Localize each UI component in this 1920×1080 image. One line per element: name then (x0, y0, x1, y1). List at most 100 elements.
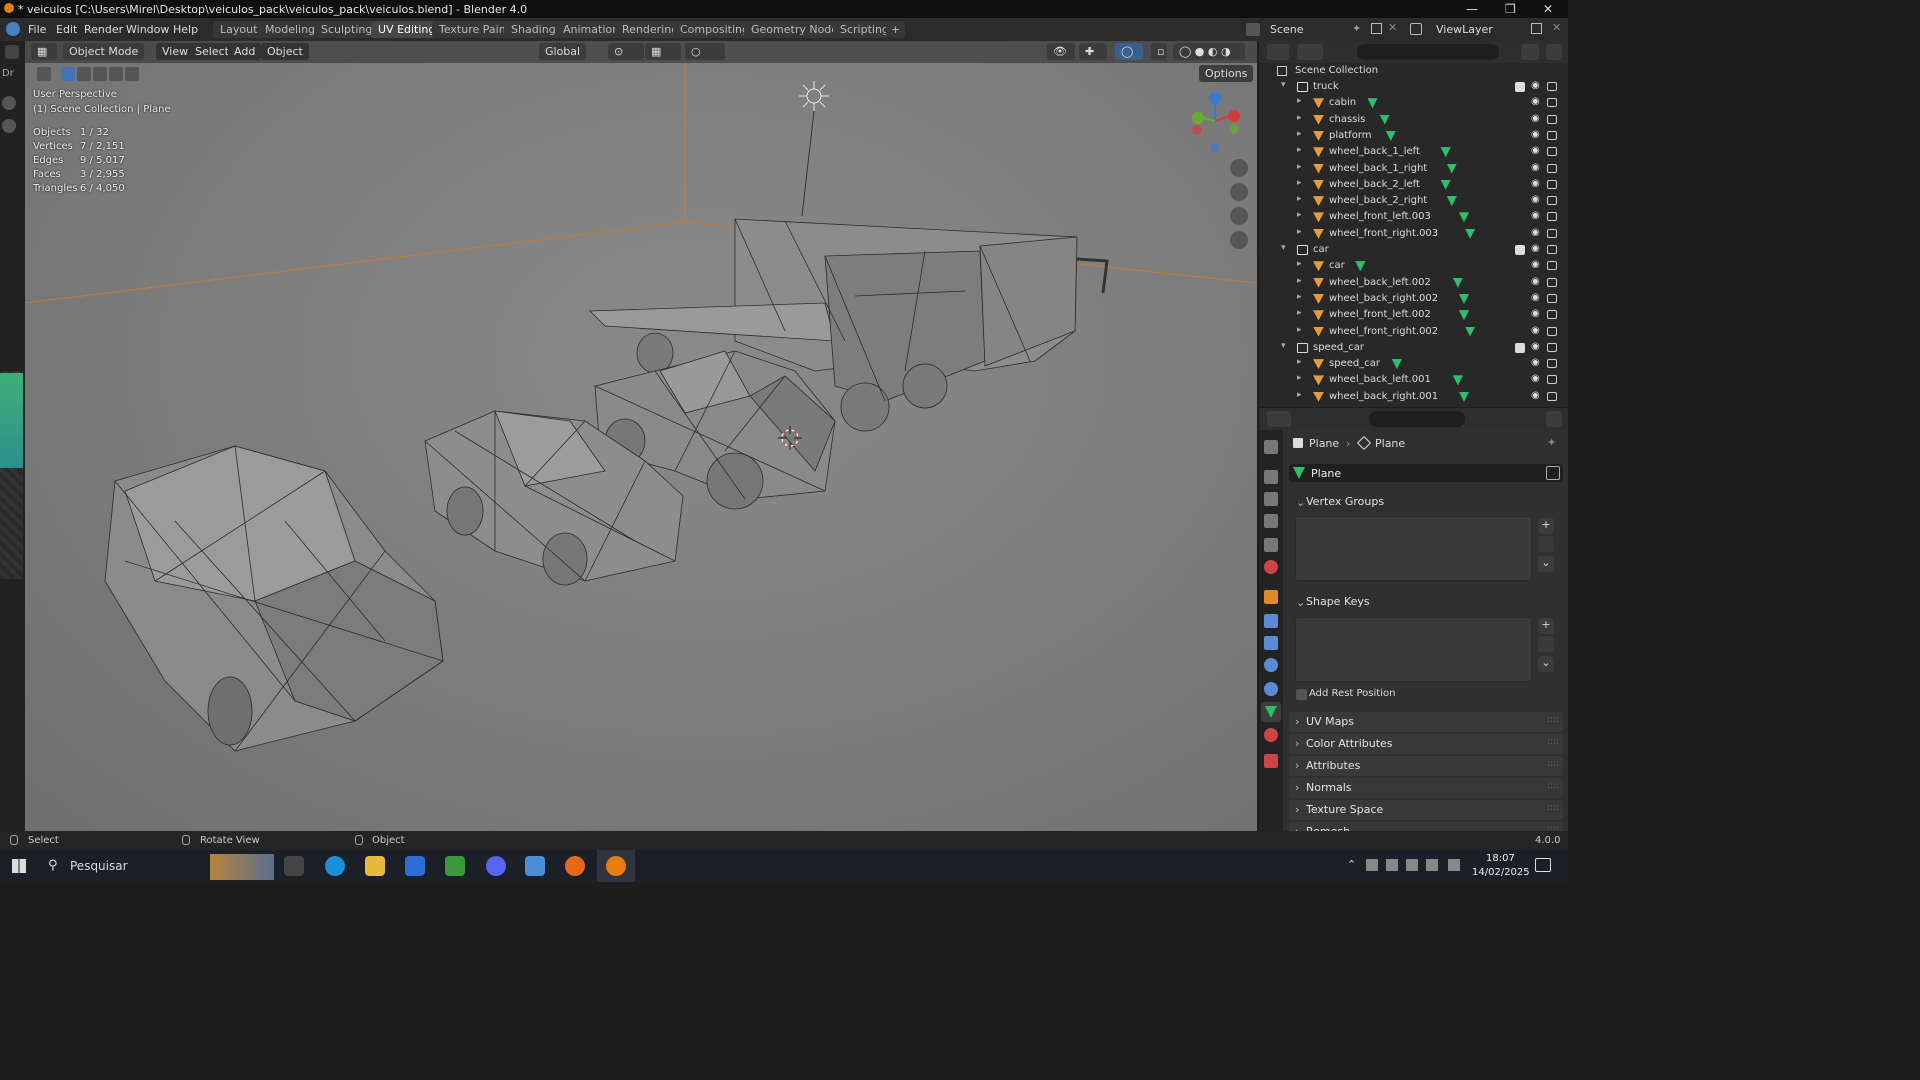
drag-handle-icon[interactable]: :::: (1547, 803, 1559, 813)
camera-render-icon[interactable] (1547, 98, 1557, 108)
outliner-object-row[interactable]: ▸ wheel_front_left.003 ◉ (1259, 209, 1568, 225)
search-icon[interactable]: ⚲ (48, 858, 58, 873)
object-menu[interactable]: Object (261, 43, 309, 60)
eye-icon[interactable]: ◉ (1531, 210, 1540, 221)
outliner-object-row[interactable]: ▸ cabin ◉ (1259, 95, 1568, 111)
disclosure-arrow-icon[interactable]: ▸ (1297, 292, 1302, 302)
camera-render-icon[interactable] (1547, 179, 1557, 189)
select-box-new-icon[interactable] (61, 67, 75, 81)
gizmo-toggle-icon[interactable]: ✚ (1079, 43, 1107, 60)
outliner-object-row[interactable]: ▸ wheel_front_left.002 ◉ (1259, 307, 1568, 323)
drag-handle-icon[interactable]: :::: (1547, 759, 1559, 769)
notifications-icon[interactable] (1535, 858, 1551, 872)
shape-keys-list[interactable] (1295, 617, 1532, 682)
panel-collapsed[interactable]: › UV Maps:::: (1289, 712, 1563, 732)
camera-view-icon[interactable] (1230, 207, 1248, 225)
tray-app-icon[interactable] (1386, 859, 1398, 871)
disclosure-arrow-icon[interactable]: ▸ (1297, 308, 1302, 318)
outliner-object-row[interactable]: ▸ wheel_back_right.002 ◉ (1259, 291, 1568, 307)
snap-icon[interactable]: ▦ (645, 43, 681, 60)
disclosure-arrow-icon[interactable]: ▸ (1297, 210, 1302, 220)
camera-render-icon[interactable] (1547, 261, 1557, 271)
eye-icon[interactable]: ◉ (1531, 194, 1540, 205)
discord-icon[interactable] (486, 856, 506, 876)
vertex-groups-list[interactable] (1295, 516, 1532, 581)
eye-icon[interactable]: ◉ (1531, 276, 1540, 287)
shading-mode-icons[interactable]: ◯ ● ◐ ◑ (1173, 43, 1245, 60)
outliner-object-row[interactable]: ▸ wheel_back_left.001 ◉ (1259, 372, 1568, 388)
eye-icon[interactable]: ◉ (1531, 259, 1540, 270)
fake-user-icon[interactable] (1546, 466, 1560, 480)
outliner-search-input[interactable] (1357, 44, 1499, 60)
mesh-data-icon[interactable] (1465, 228, 1476, 239)
outliner-scene-collection[interactable]: Scene Collection (1259, 63, 1568, 79)
remove-shape-key-button[interactable] (1538, 636, 1554, 652)
modifier-tab-icon[interactable] (1264, 614, 1278, 628)
remove-scene-icon[interactable]: ✕ (1388, 21, 1397, 34)
shape-key-specials-icon[interactable]: ⌄ (1538, 656, 1554, 672)
eye-icon[interactable]: ◉ (1531, 357, 1540, 368)
scene-name[interactable]: Scene (1270, 23, 1304, 36)
mesh-data-icon[interactable] (1446, 196, 1457, 207)
disclosure-arrow-icon[interactable]: ▸ (1297, 357, 1302, 367)
select-box-extend-icon[interactable] (77, 67, 91, 81)
view-layer-icon[interactable] (1410, 23, 1422, 35)
menu-render[interactable]: Render (84, 23, 123, 36)
disclosure-arrow-icon[interactable]: ▸ (1297, 145, 1302, 155)
mesh-data-icon[interactable] (1440, 147, 1451, 158)
camera-render-icon[interactable] (1547, 228, 1557, 238)
outliner-object-row[interactable]: ▸ car ◉ (1259, 258, 1568, 274)
minimize-icon[interactable]: — (1466, 2, 1478, 16)
vertex-groups-header[interactable]: Vertex Groups (1306, 495, 1384, 508)
select-box-invert-icon[interactable] (109, 67, 123, 81)
menu-edit[interactable]: Edit (56, 23, 77, 36)
panel-collapsed[interactable]: › Texture Space:::: (1289, 800, 1563, 820)
select-box-subtract-icon[interactable] (93, 67, 107, 81)
camera-render-icon[interactable] (1547, 326, 1557, 336)
eye-icon[interactable]: ◉ (1531, 145, 1540, 156)
camera-render-icon[interactable] (1547, 245, 1557, 254)
clock-date[interactable]: 14/02/2025 (1472, 867, 1530, 878)
outliner-object-row[interactable]: ▸ wheel_back_2_right ◉ (1259, 193, 1568, 209)
camera-render-icon[interactable] (1547, 391, 1557, 401)
camera-render-icon[interactable] (1547, 359, 1557, 369)
eye-icon[interactable]: ◉ (1531, 129, 1540, 140)
network-icon[interactable] (1406, 859, 1418, 871)
disclosure-arrow-icon[interactable]: ▸ (1297, 373, 1302, 383)
firefox-icon[interactable] (565, 856, 585, 876)
texture-tab-icon[interactable] (1264, 754, 1278, 768)
mesh-data-icon[interactable] (1452, 375, 1463, 386)
object-mode-dropdown[interactable]: Object Mode (63, 43, 145, 60)
mesh-data-icon[interactable] (1385, 130, 1396, 141)
camera-render-icon[interactable] (1547, 82, 1557, 91)
remove-view-layer-icon[interactable]: ✕ (1552, 21, 1561, 34)
exclude-checkbox[interactable] (1515, 342, 1525, 353)
camera-render-icon[interactable] (1547, 130, 1557, 140)
disclosure-arrow-icon[interactable]: ▸ (1297, 194, 1302, 204)
volume-icon[interactable] (1426, 859, 1438, 871)
scene-tab-icon[interactable] (1264, 538, 1278, 552)
maximize-icon[interactable]: ❐ (1505, 2, 1516, 16)
eye-icon[interactable]: ◉ (1531, 96, 1540, 107)
remove-vertex-group-button[interactable] (1538, 536, 1554, 552)
mesh-data-icon[interactable] (1452, 277, 1463, 288)
expand-arrow-icon[interactable]: ▾ (1281, 341, 1286, 351)
eye-icon[interactable]: ◉ (1531, 80, 1540, 91)
drag-handle-icon[interactable]: :::: (1547, 781, 1559, 791)
tray-chevron-icon[interactable]: ⌃ (1347, 858, 1356, 871)
vertex-group-specials-icon[interactable]: ⌄ (1538, 556, 1554, 572)
new-scene-icon[interactable] (1371, 23, 1382, 34)
properties-search-input[interactable] (1369, 411, 1465, 427)
outliner-object-row[interactable]: ▸ wheel_back_right.001 ◉ (1259, 389, 1568, 405)
outliner-object-row[interactable]: ▸ platform ◉ (1259, 128, 1568, 144)
panel-collapsed[interactable]: › Color Attributes:::: (1289, 734, 1563, 754)
expand-arrow-icon[interactable]: ▾ (1281, 80, 1286, 90)
chevron-down-icon[interactable]: ⌄ (1296, 496, 1305, 509)
select-box-intersect-icon[interactable] (125, 67, 139, 81)
disclosure-arrow-icon[interactable]: ▸ (1297, 325, 1302, 335)
disclosure-arrow-icon[interactable]: ▸ (1297, 259, 1302, 269)
mesh-data-icon[interactable] (1459, 310, 1469, 321)
camera-render-icon[interactable] (1547, 277, 1557, 287)
disclosure-arrow-icon[interactable]: ▸ (1297, 162, 1302, 172)
add-rest-position-checkbox[interactable] (1296, 689, 1307, 700)
